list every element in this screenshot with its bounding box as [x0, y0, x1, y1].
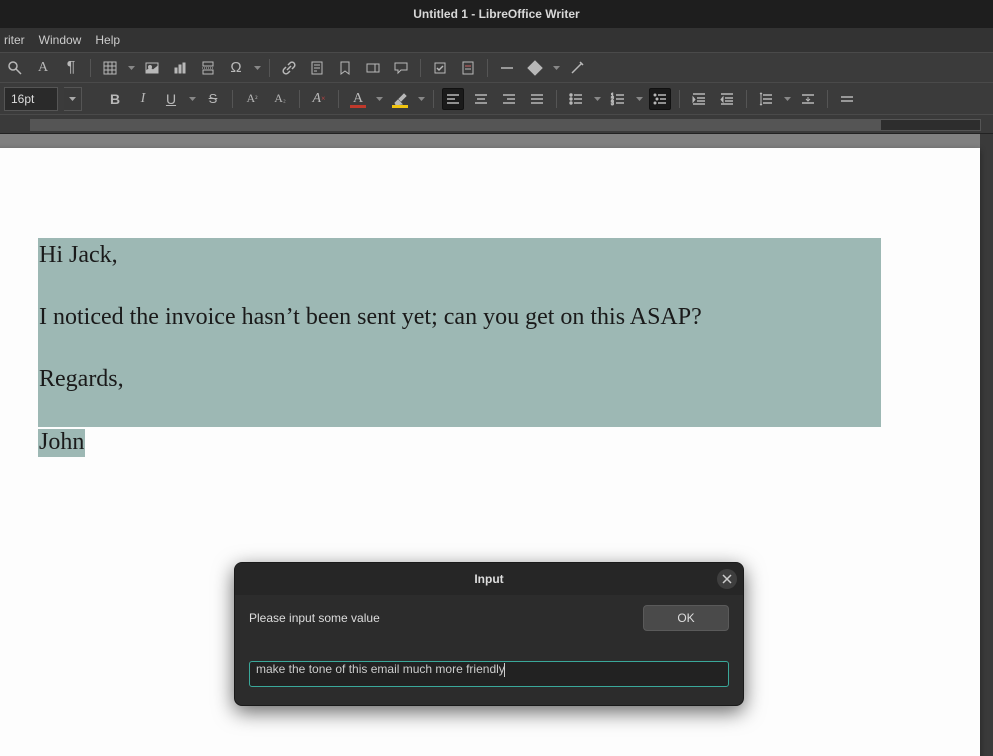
show-draw-functions-icon[interactable] [566, 57, 588, 79]
menubar: riter Window Help [0, 28, 993, 52]
insert-image-icon[interactable] [141, 57, 163, 79]
align-left-button[interactable] [442, 88, 464, 110]
doc-line-5[interactable]: Regards, [39, 366, 124, 392]
insert-comment-icon[interactable] [390, 57, 412, 79]
doc-blank-line[interactable] [39, 271, 881, 302]
window-titlebar: Untitled 1 - LibreOffice Writer [0, 0, 993, 28]
separator [746, 90, 747, 108]
separator [232, 90, 233, 108]
spellcheck-icon[interactable]: A [32, 57, 54, 79]
insert-hyperlink-icon[interactable] [278, 57, 300, 79]
insert-chart-icon[interactable] [169, 57, 191, 79]
decrease-paragraph-spacing-button[interactable] [836, 88, 858, 110]
track-changes-icon[interactable] [429, 57, 451, 79]
doc-line-3[interactable]: I noticed the invoice hasn’t been sent y… [39, 304, 702, 330]
formatting-marks-icon[interactable]: ¶ [60, 57, 82, 79]
doc-line-7[interactable]: John [38, 429, 85, 457]
insert-bookmark-icon[interactable] [334, 57, 356, 79]
dialog-input-value: make the tone of this email much more fr… [256, 662, 505, 676]
dropdown-caret-icon[interactable] [127, 57, 135, 79]
separator [827, 90, 828, 108]
align-right-button[interactable] [498, 88, 520, 110]
show-changes-icon[interactable] [457, 57, 479, 79]
italic-button[interactable]: I [132, 88, 154, 110]
dropdown-caret-icon[interactable] [253, 57, 261, 79]
separator [90, 59, 91, 77]
doc-blank-line[interactable] [39, 396, 881, 427]
increase-indent-button[interactable] [688, 88, 710, 110]
separator [338, 90, 339, 108]
horizontal-ruler[interactable] [0, 114, 993, 134]
strikethrough-button[interactable]: S [202, 88, 224, 110]
formatting-toolbar: 16pt B I U S A² A₂ A× A 123 [0, 82, 993, 114]
separator [269, 59, 270, 77]
align-center-button[interactable] [470, 88, 492, 110]
find-replace-icon[interactable] [4, 57, 26, 79]
svg-text:3: 3 [611, 101, 614, 107]
superscript-button[interactable]: A² [241, 88, 263, 110]
vertical-scrollbar[interactable] [980, 134, 993, 756]
doc-blank-line[interactable] [39, 333, 881, 364]
dropdown-caret-icon[interactable] [783, 88, 791, 110]
dropdown-caret-icon[interactable] [593, 88, 601, 110]
increase-paragraph-spacing-button[interactable] [797, 88, 819, 110]
outline-list-button[interactable] [649, 88, 671, 110]
menu-item-writer[interactable]: riter [4, 33, 25, 47]
dialog-text-input[interactable]: make the tone of this email much more fr… [249, 661, 729, 687]
menu-item-window[interactable]: Window [39, 33, 82, 47]
align-justify-button[interactable] [526, 88, 548, 110]
separator [679, 90, 680, 108]
font-size-input[interactable]: 16pt [4, 87, 58, 111]
dialog-body: Please input some value OK make the tone… [235, 595, 743, 705]
font-color-button[interactable]: A [347, 88, 369, 110]
menu-item-help[interactable]: Help [95, 33, 120, 47]
ok-button-label: OK [677, 611, 694, 625]
unordered-list-button[interactable] [565, 88, 587, 110]
bold-button[interactable]: B [104, 88, 126, 110]
underline-button[interactable]: U [160, 88, 182, 110]
separator [433, 90, 434, 108]
standard-toolbar: A ¶ Ω [0, 52, 993, 82]
insert-page-break-icon[interactable] [197, 57, 219, 79]
dropdown-caret-icon[interactable] [552, 57, 560, 79]
dialog-prompt: Please input some value [249, 611, 380, 625]
text-caret [504, 663, 505, 677]
dropdown-caret-icon[interactable] [188, 88, 196, 110]
ok-button[interactable]: OK [643, 605, 729, 631]
line-spacing-button[interactable] [755, 88, 777, 110]
input-dialog: Input Please input some value OK make th… [234, 562, 744, 706]
insert-footnote-icon[interactable] [306, 57, 328, 79]
font-size-value: 16pt [11, 92, 34, 106]
insert-cross-reference-icon[interactable] [362, 57, 384, 79]
dropdown-caret-icon[interactable] [417, 88, 425, 110]
doc-line-1[interactable]: Hi Jack, [39, 242, 118, 268]
subscript-button[interactable]: A₂ [269, 88, 291, 110]
separator [487, 59, 488, 77]
insert-line-icon[interactable] [496, 57, 518, 79]
highlight-color-button[interactable] [389, 88, 411, 110]
separator [556, 90, 557, 108]
dialog-title: Input [474, 572, 503, 586]
dialog-titlebar[interactable]: Input [235, 563, 743, 595]
document-body[interactable]: Hi Jack, I noticed the invoice hasn’t be… [38, 238, 895, 458]
separator [420, 59, 421, 77]
font-size-dropdown[interactable] [64, 87, 82, 111]
insert-table-icon[interactable] [99, 57, 121, 79]
dropdown-caret-icon[interactable] [375, 88, 383, 110]
basic-shapes-icon[interactable] [524, 57, 546, 79]
decrease-indent-button[interactable] [716, 88, 738, 110]
dropdown-caret-icon[interactable] [635, 88, 643, 110]
dialog-close-button[interactable] [717, 569, 737, 589]
separator [299, 90, 300, 108]
insert-special-char-icon[interactable]: Ω [225, 57, 247, 79]
ordered-list-button[interactable]: 123 [607, 88, 629, 110]
window-title: Untitled 1 - LibreOffice Writer [413, 7, 579, 21]
clear-formatting-button[interactable]: A× [308, 88, 330, 110]
